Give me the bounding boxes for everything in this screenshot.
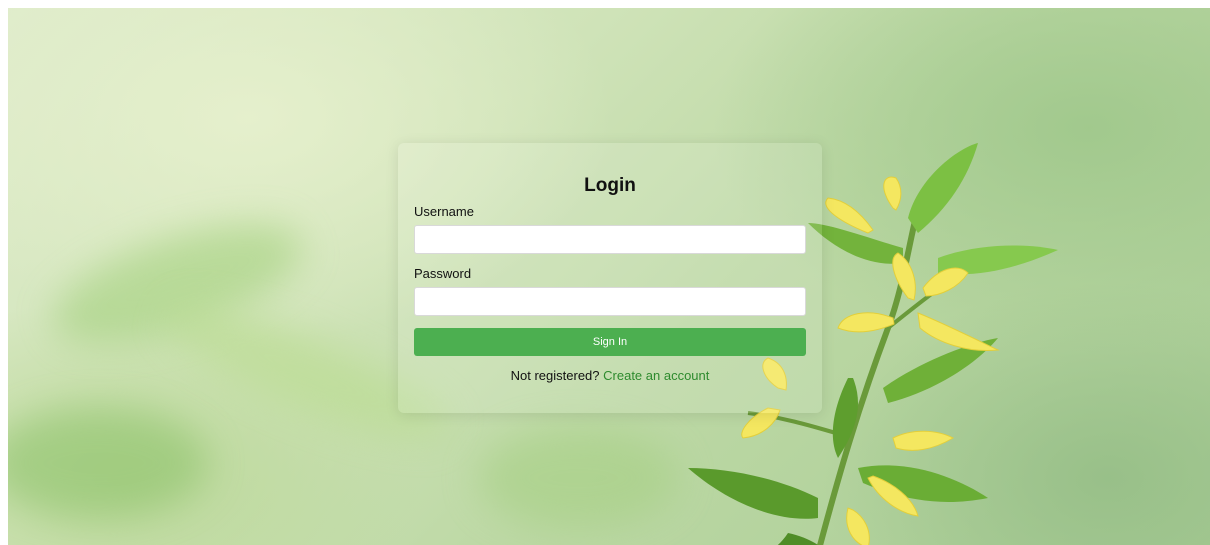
register-prompt: Not registered? Create an account: [414, 368, 806, 383]
password-input[interactable]: [414, 287, 806, 316]
register-prompt-text: Not registered?: [510, 368, 600, 383]
login-card: Login Username Password Sign In Not regi…: [398, 143, 822, 413]
create-account-link[interactable]: Create an account: [603, 368, 709, 383]
username-input[interactable]: [414, 225, 806, 254]
sign-in-button[interactable]: Sign In: [414, 328, 806, 356]
page-title: Login: [584, 175, 636, 196]
blurred-leaf-decoration: [478, 428, 678, 528]
password-label: Password: [414, 266, 472, 281]
username-label: Username: [414, 204, 474, 219]
blurred-leaf-decoration: [8, 408, 208, 518]
login-page-background: Login Username Password Sign In Not regi…: [8, 8, 1210, 545]
